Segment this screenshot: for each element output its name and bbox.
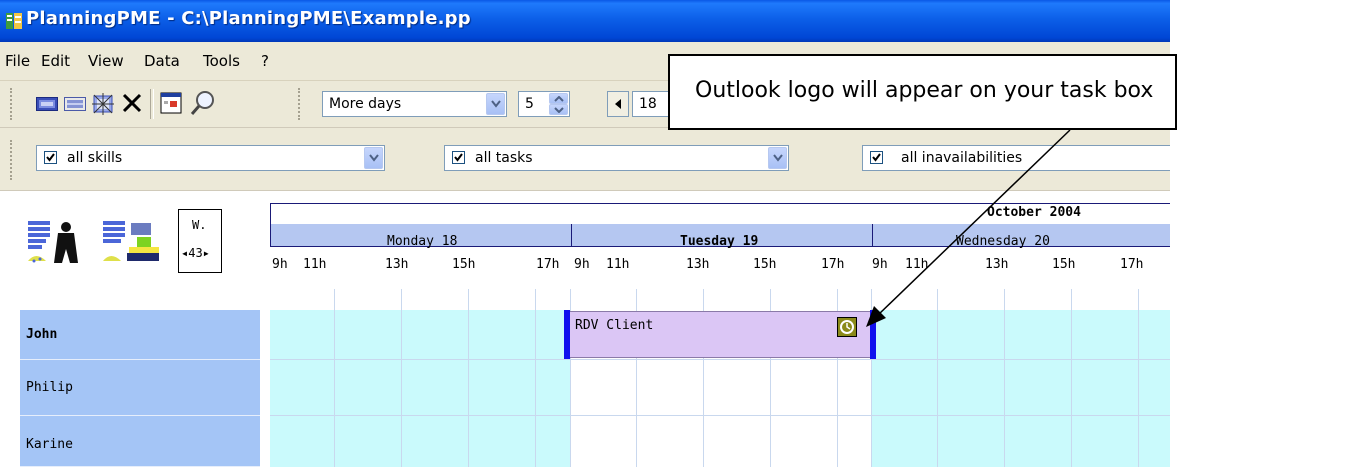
callout-arrow: [866, 129, 1071, 327]
